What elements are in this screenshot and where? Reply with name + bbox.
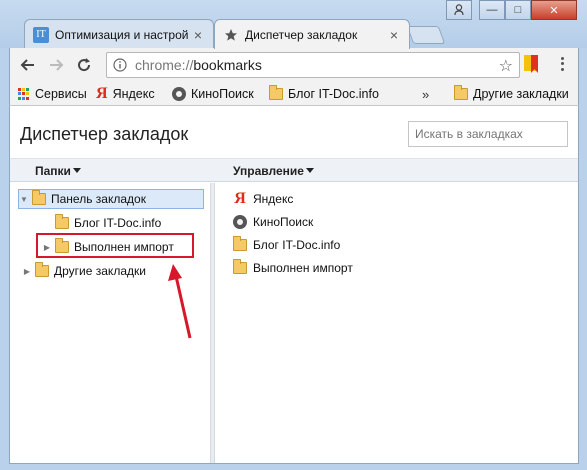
list-item-label: Яндекс	[253, 192, 294, 206]
list-item-yandex[interactable]: Я Яндекс	[232, 189, 293, 209]
url-text: chrome://bookmarks	[135, 57, 262, 73]
list-item-kinopoisk[interactable]: КиноПоиск	[232, 212, 313, 232]
folder-icon	[454, 85, 468, 100]
minimize-icon: —	[486, 4, 498, 16]
info-icon	[113, 58, 127, 72]
list-item-blog-folder[interactable]: Блог IT-Doc.info	[232, 235, 340, 255]
folder-icon	[232, 236, 248, 251]
bookmark-yandex[interactable]: Я Яндекс	[96, 85, 155, 103]
reload-icon	[78, 58, 91, 72]
tree-item-label: Другие закладки	[54, 264, 146, 278]
bookmarks-overflow-chevron[interactable]: »	[422, 85, 429, 103]
folder-icon	[232, 259, 248, 274]
close-window-button[interactable]: ✕	[531, 0, 577, 20]
list-item-imported-folder[interactable]: Выполнен импорт	[232, 258, 353, 278]
user-icon	[454, 4, 464, 16]
bookmark-label: Блог IT-Doc.info	[288, 87, 379, 101]
caret-down-icon	[72, 168, 81, 173]
menu-icon[interactable]	[556, 53, 568, 75]
maximize-icon: □	[514, 4, 522, 16]
folder-icon	[55, 214, 69, 229]
maximize-button[interactable]: □	[505, 0, 531, 20]
bookmarks-bar: Сервисы Я Яндекс КиноПоиск Блог IT-Doc.i…	[9, 82, 579, 106]
tree-item-bookmarks-bar[interactable]: ▼ Панель закладок	[18, 189, 204, 209]
bookmark-label: Другие закладки	[473, 87, 569, 101]
bookmark-star-icon[interactable]: ☆	[499, 56, 513, 76]
forward-arrow-icon	[50, 59, 64, 71]
back-button[interactable]	[14, 51, 42, 79]
list-item-label: Выполнен импорт	[253, 261, 353, 275]
bookmark-services[interactable]: Сервисы	[18, 85, 87, 103]
close-icon[interactable]: ×	[387, 27, 401, 43]
new-tab-button[interactable]	[406, 26, 446, 44]
tree-item-other-bookmarks[interactable]: ▶ Другие закладки	[22, 261, 146, 281]
kinopoisk-icon	[172, 87, 186, 101]
reload-button[interactable]	[70, 51, 98, 79]
it-doc-icon: IT	[33, 26, 49, 43]
expanded-triangle-icon[interactable]: ▼	[19, 195, 29, 204]
apps-icon	[18, 88, 30, 100]
tab-title: Оптимизация и настрой	[55, 27, 189, 42]
tab-bookmarks-manager[interactable]: Диспетчер закладок ×	[214, 19, 410, 49]
tab-title: Диспетчер закладок	[245, 27, 358, 42]
tree-item-label: Блог IT-Doc.info	[74, 216, 162, 230]
browser-window: IT Оптимизация и настрой × Диспетчер зак…	[0, 0, 587, 470]
tree-item-blog[interactable]: Блог IT-Doc.info	[42, 213, 161, 233]
yandex-icon: Я	[234, 190, 246, 207]
bookmark-label: КиноПоиск	[191, 87, 254, 101]
user-profile-button[interactable]	[446, 0, 472, 20]
extension-flag-icon[interactable]	[523, 54, 539, 74]
list-item-label: Блог IT-Doc.info	[253, 238, 341, 252]
folder-tree: ▼ Панель закладок Блог IT-Doc.info ▶ Вып…	[10, 183, 210, 463]
tree-item-label: Панель закладок	[51, 192, 146, 206]
bookmark-label: Яндекс	[112, 87, 155, 101]
minimize-button[interactable]: —	[479, 0, 505, 20]
close-icon[interactable]: ×	[191, 27, 205, 43]
folder-icon	[269, 85, 283, 100]
annotation-highlight-box	[36, 233, 194, 258]
bookmark-folder-blog[interactable]: Блог IT-Doc.info	[269, 85, 379, 103]
toolbar: chrome://bookmarks ☆	[9, 48, 579, 82]
caret-down-icon	[305, 168, 314, 173]
manage-menu[interactable]: Управление	[233, 164, 314, 178]
list-item-label: КиноПоиск	[253, 215, 314, 229]
tab-optimization[interactable]: IT Оптимизация и настрой ×	[24, 19, 214, 49]
kinopoisk-icon	[232, 215, 248, 229]
address-bar[interactable]: chrome://bookmarks ☆	[106, 52, 520, 78]
bookmark-other-folder[interactable]: Другие закладки	[454, 85, 569, 103]
bookmark-list: Я Яндекс КиноПоиск Блог IT-Doc.info Выпо…	[216, 183, 578, 463]
search-bookmarks-input[interactable]	[408, 121, 568, 147]
close-icon: ✕	[549, 4, 559, 17]
back-arrow-icon	[20, 59, 34, 71]
bookmarks-manager-page: Диспетчер закладок Папки Управление ▼ Па…	[9, 106, 579, 464]
bookmark-label: Сервисы	[35, 87, 87, 101]
page-title: Диспетчер закладок	[20, 124, 189, 144]
forward-button[interactable]	[42, 51, 70, 79]
folders-menu[interactable]: Папки	[35, 164, 81, 178]
bookmark-kinopoisk[interactable]: КиноПоиск	[172, 85, 254, 103]
star-icon	[223, 27, 239, 43]
column-headers: Папки Управление	[10, 158, 578, 182]
folder-open-icon	[32, 190, 46, 205]
panel-splitter[interactable]	[210, 183, 215, 463]
yandex-icon: Я	[96, 85, 108, 102]
folder-icon	[35, 262, 49, 277]
collapsed-triangle-icon[interactable]: ▶	[22, 267, 32, 276]
